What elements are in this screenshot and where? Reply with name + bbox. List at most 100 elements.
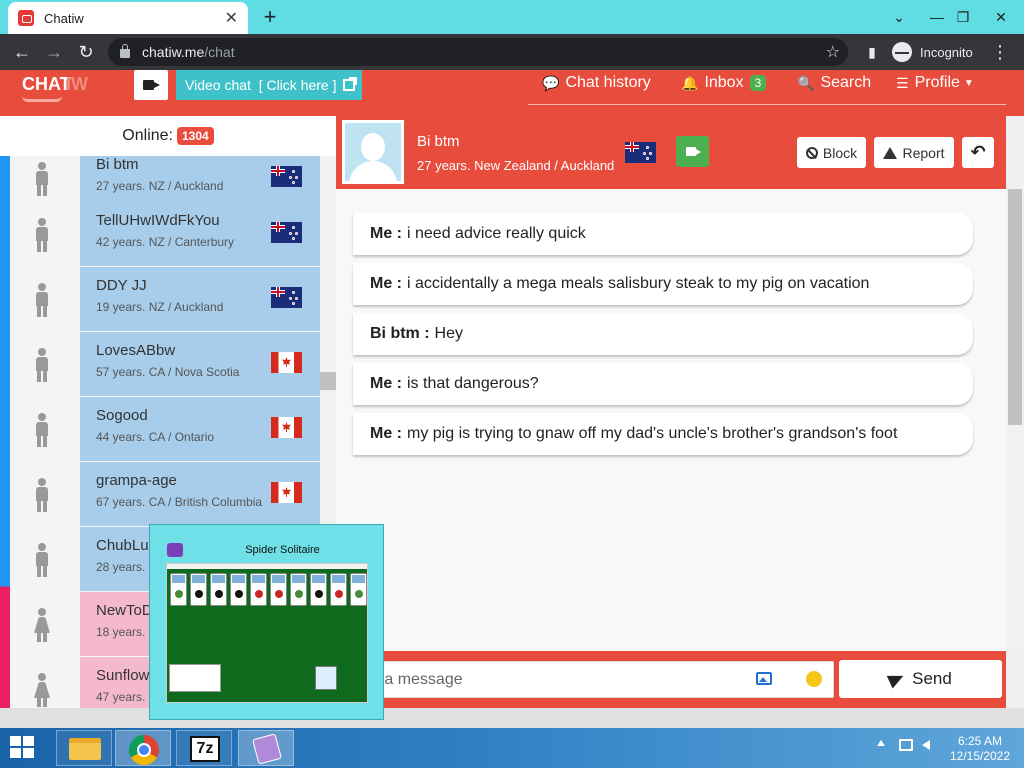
online-counter: Online: 1304 <box>0 116 336 156</box>
tab-title: Chatiw <box>44 10 84 26</box>
user-avatar-column <box>10 657 80 708</box>
address-bar[interactable]: chatiw.me /chat ☆ <box>108 38 848 66</box>
user-avatar-column <box>10 462 80 527</box>
user-list-item[interactable]: Sogood 44 years. CA / Ontario <box>10 397 320 462</box>
nav-inbox-label: Inbox <box>704 74 744 91</box>
back-button[interactable]: ↶ <box>962 137 994 168</box>
video-chat-click-here: [ Click here ] <box>258 77 337 93</box>
spider-solitaire-thumbnail[interactable]: Spider Solitaire <box>149 524 384 720</box>
video-camera-icon <box>686 147 701 156</box>
new-zealand-flag-icon <box>271 222 302 243</box>
report-label: Report <box>902 144 945 161</box>
chatiw-favicon-icon <box>18 10 34 26</box>
male-person-icon <box>34 218 50 252</box>
site-logo[interactable]: CHAT IW <box>18 72 96 106</box>
windows-start-icon[interactable] <box>10 736 36 760</box>
network-icon[interactable] <box>899 739 913 751</box>
back-arrow-icon[interactable]: ← <box>10 40 34 64</box>
user-avatar-column <box>10 202 80 267</box>
bookmark-star-icon[interactable]: ☆ <box>826 42 840 62</box>
taskbar-file-explorer[interactable] <box>56 730 112 766</box>
chat-message: Bi btm : Hey <box>353 313 973 355</box>
chat-message: Me : i accidentally a mega meals salisbu… <box>353 263 973 305</box>
user-info: 28 years. <box>96 560 146 574</box>
message-sender: Me : <box>370 375 402 392</box>
block-label: Block <box>822 144 858 161</box>
user-list-item[interactable]: grampa-age 67 years. CA / British Columb… <box>10 462 320 527</box>
clock-time: 6:25 AM <box>957 734 1003 748</box>
side-panel-icon[interactable]: ▮ <box>860 40 884 64</box>
canada-flag-icon <box>271 482 302 503</box>
image-upload-icon[interactable] <box>756 672 772 685</box>
taskbar-spider-solitaire[interactable] <box>238 730 294 766</box>
male-person-icon <box>34 478 50 512</box>
browser-toolbar: ← → ↻ chatiw.me /chat ☆ ▮ Incognito ⋮ <box>0 34 1024 70</box>
nav-profile[interactable]: ☰ Profile ▼ <box>896 74 974 92</box>
user-name: Bi btm <box>96 156 139 173</box>
partner-avatar[interactable] <box>342 120 404 184</box>
male-person-icon <box>34 413 50 447</box>
taskbar-clock[interactable]: 6:25 AM 12/15/2022 <box>942 734 1018 764</box>
user-list-item[interactable]: TellUHwIWdFkYou 42 years. NZ / Canterbur… <box>10 202 320 267</box>
send-button[interactable]: Send <box>839 660 1002 698</box>
nav-chat-history-label: Chat history <box>565 74 651 91</box>
reload-icon[interactable]: ↻ <box>74 40 98 64</box>
volume-icon[interactable] <box>922 740 930 750</box>
user-info: 27 years. NZ / Auckland <box>96 179 224 193</box>
block-button[interactable]: Block <box>797 137 866 168</box>
nav-underline <box>528 104 1006 105</box>
chrome-icon <box>129 735 159 765</box>
user-avatar-column <box>10 397 80 462</box>
tray-overflow-icon[interactable] <box>877 740 885 746</box>
user-card[interactable]: TellUHwIWdFkYou 42 years. NZ / Canterbur… <box>80 202 320 266</box>
female-person-icon <box>34 673 50 707</box>
tab-close-icon[interactable]: ✕ <box>225 8 238 28</box>
menu-kebab-icon[interactable]: ⋮ <box>988 40 1012 64</box>
user-info: 47 years. <box>96 690 146 704</box>
chat-message: Me : is that dangerous? <box>353 363 973 405</box>
user-info: 18 years. <box>96 625 146 639</box>
user-card[interactable]: Sogood 44 years. CA / Ontario <box>80 397 320 461</box>
user-list-item[interactable]: DDY JJ 19 years. NZ / Auckland <box>10 267 320 332</box>
message-scroll-thumb[interactable] <box>1008 189 1022 425</box>
user-list-scroll-thumb[interactable] <box>320 372 336 390</box>
incognito-indicator[interactable]: Incognito <box>892 42 973 62</box>
message-input-placeholder: e a message <box>371 670 463 688</box>
nav-profile-label: Profile <box>914 74 960 91</box>
user-info: 57 years. CA / Nova Scotia <box>96 365 240 379</box>
thumbnail-title: Spider Solitaire <box>245 544 320 556</box>
emoji-icon[interactable] <box>806 671 822 687</box>
male-person-icon <box>34 543 50 577</box>
new-tab-button[interactable]: + <box>258 4 282 30</box>
user-card[interactable]: DDY JJ 19 years. NZ / Auckland <box>80 267 320 331</box>
logo-text-iw: IW <box>66 74 88 94</box>
nav-search-label: Search <box>820 74 872 91</box>
lock-icon[interactable] <box>120 44 130 58</box>
video-camera-icon <box>143 80 160 90</box>
taskbar-7zip[interactable]: 7z <box>176 730 232 766</box>
browser-tab[interactable]: Chatiw ✕ <box>8 2 248 34</box>
message-sender: Me : <box>370 425 402 442</box>
nav-search[interactable]: 🔍 Search <box>797 74 871 92</box>
taskbar-chrome[interactable] <box>115 730 171 766</box>
forward-arrow-icon[interactable]: → <box>42 40 66 64</box>
user-info: 19 years. NZ / Auckland <box>96 300 224 314</box>
chat-message: Me : my pig is trying to gnaw off my dad… <box>353 413 973 455</box>
video-camera-button[interactable] <box>134 70 168 100</box>
user-card[interactable]: grampa-age 67 years. CA / British Columb… <box>80 462 320 526</box>
nav-inbox[interactable]: 🔔 Inbox 3 <box>681 74 767 92</box>
report-button[interactable]: Report <box>874 137 954 168</box>
user-name: TellUHwIWdFkYou <box>96 212 220 229</box>
incognito-label: Incognito <box>920 44 973 60</box>
start-video-button[interactable] <box>676 136 709 167</box>
male-person-icon <box>34 283 50 317</box>
partner-info: 27 years. New Zealand / Auckland <box>417 158 615 173</box>
user-list-item[interactable]: LovesABbw 57 years. CA / Nova Scotia <box>10 332 320 397</box>
user-card[interactable]: LovesABbw 57 years. CA / Nova Scotia <box>80 332 320 396</box>
nav-chat-history[interactable]: 💬 Chat history <box>542 74 651 92</box>
logo-swoosh <box>22 96 62 102</box>
logo-text-chat: CHAT <box>22 74 71 94</box>
online-label: Online: <box>122 127 173 144</box>
video-chat-button[interactable]: Video chat [ Click here ] <box>176 70 362 100</box>
close-window-button[interactable]: ✕ <box>978 0 1024 34</box>
